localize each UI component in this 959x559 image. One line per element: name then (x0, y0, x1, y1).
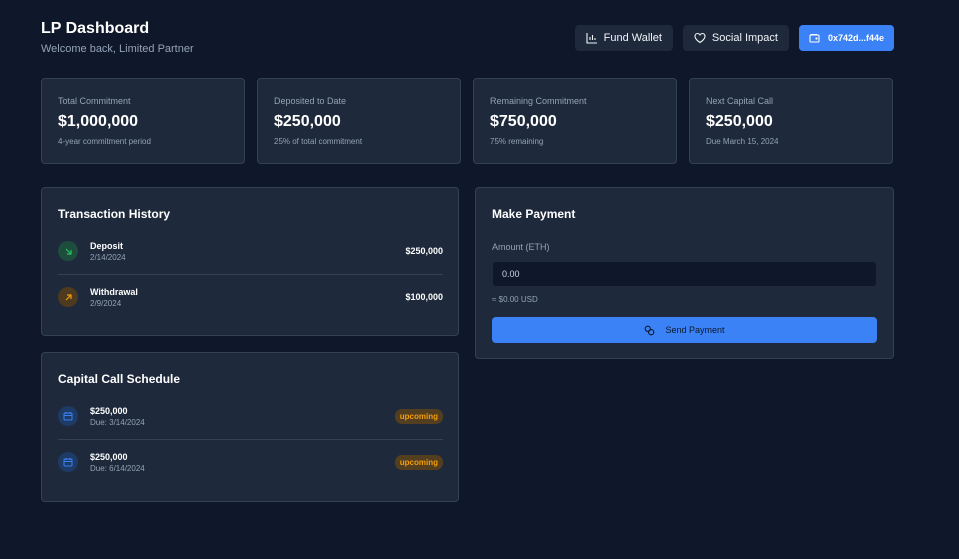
transaction-date: 2/9/2024 (90, 298, 122, 308)
wallet-address-button[interactable]: 0x742d...f44e (798, 25, 894, 51)
arrow-up-right-icon (58, 287, 78, 307)
transaction-info: Withdrawal 2/9/2024 (90, 287, 138, 308)
transaction-amount: $100,000 (405, 292, 443, 302)
capital-call-schedule-card: Capital Call Schedule $250,000 Due: 3/14… (41, 352, 459, 502)
stat-card-remaining: Remaining Commitment $750,000 75% remain… (473, 78, 677, 164)
divider (58, 274, 443, 275)
wallet-address: 0x742d...f44e (827, 33, 884, 43)
social-impact-label: Social Impact (711, 32, 778, 44)
header-actions: Fund Wallet Social Impact 0x742d...f44e (574, 25, 894, 51)
stat-card-next-capital-call: Next Capital Call $250,000 Due March 15,… (689, 78, 893, 164)
stat-value: $250,000 (706, 113, 773, 130)
page-header: LP Dashboard Welcome back, Limited Partn… (41, 20, 894, 60)
social-impact-button[interactable]: Social Impact (682, 25, 789, 51)
transaction-amount: $250,000 (405, 246, 443, 256)
bar-chart-icon (586, 32, 598, 44)
transaction-row[interactable]: Deposit 2/14/2024 $250,000 (58, 233, 443, 269)
stat-card-total-commitment: Total Commitment $1,000,000 4-year commi… (41, 78, 245, 164)
stat-label: Deposited to Date (274, 96, 347, 106)
capital-call-info: $250,000 Due: 6/14/2024 (90, 452, 145, 473)
transaction-row[interactable]: Withdrawal 2/9/2024 $100,000 (58, 279, 443, 315)
stat-note: 4-year commitment period (58, 137, 151, 146)
capital-call-due: Due: 6/14/2024 (90, 463, 145, 473)
capital-call-due: Due: 3/14/2024 (90, 417, 145, 427)
transaction-history-card: Transaction History Deposit 2/14/2024 $2… (41, 187, 459, 336)
make-payment-card: Make Payment Amount (ETH) ≈ $0.00 USD Se… (475, 187, 894, 359)
send-payment-label: Send Payment (665, 325, 725, 335)
amount-input[interactable] (492, 261, 877, 287)
link-icon (644, 325, 655, 336)
stats-row: Total Commitment $1,000,000 4-year commi… (41, 78, 894, 164)
usd-estimate: ≈ $0.00 USD (492, 295, 538, 304)
fund-wallet-button[interactable]: Fund Wallet (574, 25, 673, 51)
transaction-date: 2/14/2024 (90, 252, 126, 262)
calendar-icon (58, 406, 78, 426)
stat-note: 25% of total commitment (274, 137, 363, 146)
divider (58, 439, 443, 440)
card-title: Make Payment (492, 207, 576, 221)
capital-call-row[interactable]: $250,000 Due: 6/14/2024 upcoming (58, 444, 443, 480)
capital-call-amount: $250,000 (90, 405, 128, 416)
capital-call-row[interactable]: $250,000 Due: 3/14/2024 upcoming (58, 398, 443, 434)
fund-wallet-label: Fund Wallet (603, 32, 662, 44)
stat-label: Remaining Commitment (490, 96, 587, 106)
capital-call-info: $250,000 Due: 3/14/2024 (90, 406, 145, 427)
stat-value: $750,000 (490, 113, 557, 130)
status-badge: upcoming (394, 454, 443, 470)
transaction-type: Deposit (90, 240, 124, 251)
transaction-info: Deposit 2/14/2024 (90, 241, 126, 262)
card-title: Capital Call Schedule (58, 372, 181, 386)
transaction-type: Withdrawal (90, 286, 138, 297)
stat-note: 75% remaining (490, 137, 544, 146)
heart-icon (694, 32, 706, 44)
calendar-icon (58, 452, 78, 472)
amount-label: Amount (ETH) (492, 242, 550, 252)
stat-note: Due March 15, 2024 (706, 137, 779, 146)
arrow-down-right-icon (58, 241, 78, 261)
status-badge: upcoming (394, 408, 443, 424)
stat-label: Total Commitment (58, 96, 131, 106)
stat-card-deposited: Deposited to Date $250,000 25% of total … (257, 78, 461, 164)
send-payment-button[interactable]: Send Payment (492, 317, 877, 343)
capital-call-amount: $250,000 (90, 451, 128, 462)
stat-label: Next Capital Call (706, 96, 774, 106)
card-title: Transaction History (58, 207, 171, 221)
stat-value: $250,000 (274, 113, 341, 130)
wallet-icon (809, 33, 820, 43)
stat-value: $1,000,000 (58, 113, 139, 130)
